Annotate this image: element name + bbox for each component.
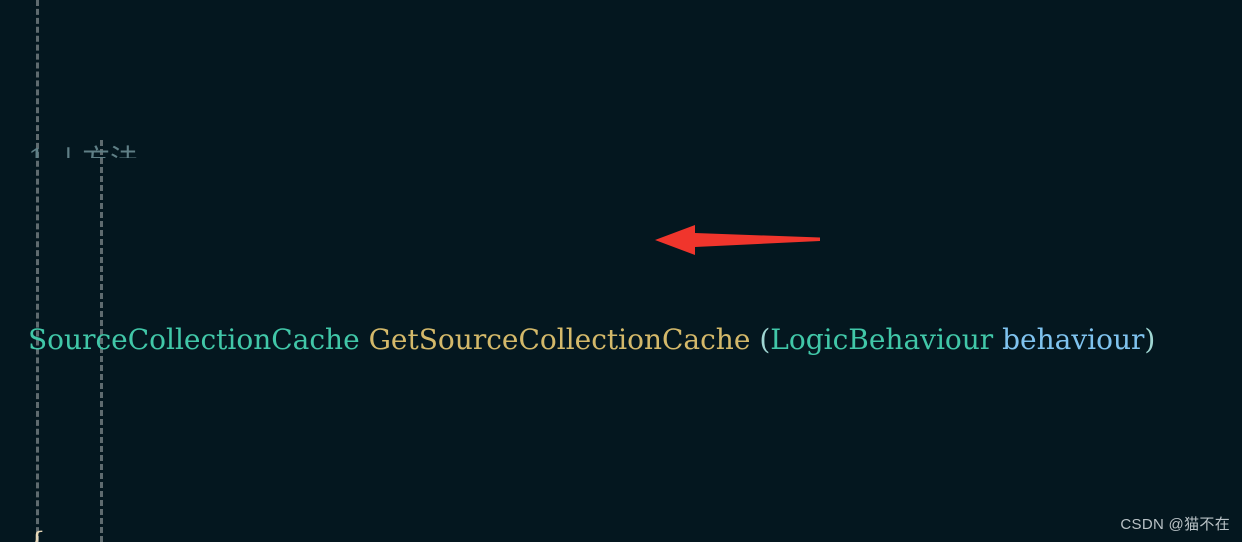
code-content[interactable]: 1 | 方法 SourceCollectionCache GetSourceCo… bbox=[0, 0, 1242, 542]
return-type-token: SourceCollectionCache bbox=[28, 323, 360, 356]
code-line-method-open-brace[interactable]: { bbox=[0, 523, 1242, 542]
method-name-token: GetSourceCollectionCache bbox=[368, 323, 751, 356]
code-line-method-signature[interactable]: SourceCollectionCache GetSourceCollectio… bbox=[0, 320, 1242, 361]
paren-open: ( bbox=[759, 323, 771, 356]
param-type-token: LogicBehaviour bbox=[770, 323, 994, 356]
csdn-watermark: CSDN @猫不在 bbox=[1120, 516, 1230, 533]
param-name-token: behaviour bbox=[1002, 323, 1145, 356]
code-editor-viewport[interactable]: 1 | 方法 SourceCollectionCache GetSourceCo… bbox=[0, 0, 1242, 542]
paren-close: ) bbox=[1144, 323, 1156, 356]
comment-text: 1 | 方法 bbox=[28, 143, 138, 158]
brace-token: { bbox=[28, 525, 46, 542]
code-line-comment[interactable]: 1 | 方法 bbox=[0, 140, 1242, 158]
